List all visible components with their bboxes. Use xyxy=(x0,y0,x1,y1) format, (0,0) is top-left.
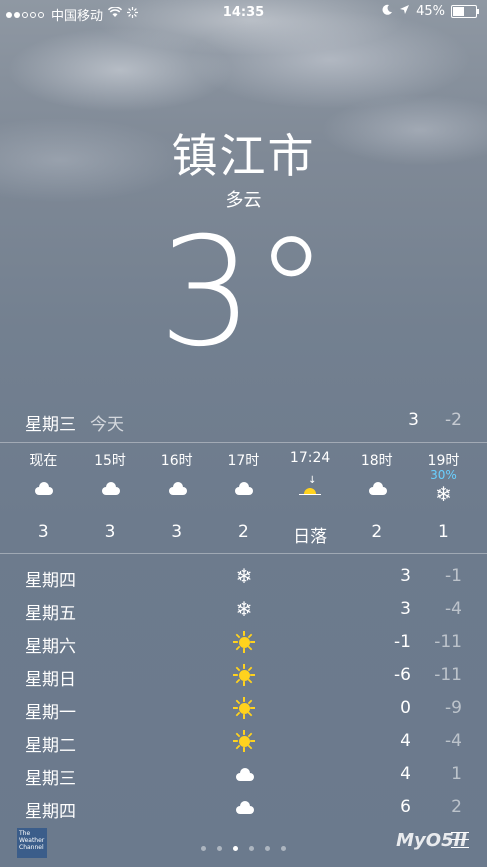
daily-day: 星期二 xyxy=(25,736,76,756)
cloud-icon xyxy=(233,767,255,781)
hourly-temp: 2 xyxy=(371,522,383,542)
hourly-time: 现在 xyxy=(29,453,58,469)
daily-row: 星期日 -6 -11 xyxy=(0,659,487,692)
daily-day: 星期一 xyxy=(25,703,76,723)
cloud-icon xyxy=(166,481,188,495)
page-dot xyxy=(216,846,222,851)
daily-low: -9 xyxy=(445,698,462,718)
current-temperature: 3° xyxy=(158,206,329,380)
battery-percent: 45% xyxy=(416,4,445,19)
hourly-temp: 日落 xyxy=(293,527,328,547)
daily-day: 星期四 xyxy=(25,802,76,822)
list-icon[interactable] xyxy=(451,832,469,848)
hourly-item: 16时 3 xyxy=(143,450,210,546)
moon-icon xyxy=(382,4,393,19)
hourly-item: 19时 30% ❄ 1 xyxy=(410,450,477,546)
daily-day: 星期日 xyxy=(25,670,76,690)
snow-icon: ❄ xyxy=(235,564,253,588)
daily-low: 1 xyxy=(451,764,462,784)
page-dot-active xyxy=(232,846,238,851)
page-dot xyxy=(249,846,255,851)
cloud-icon xyxy=(99,481,121,495)
daily-high: -1 xyxy=(394,632,411,652)
hourly-item: 15时 3 xyxy=(77,450,144,546)
sun-icon xyxy=(233,697,255,719)
cloud-icon xyxy=(233,800,255,814)
daily-row: 星期五 ❄ 3 -4 xyxy=(0,593,487,626)
page-dot xyxy=(265,846,271,851)
hourly-time: 16时 xyxy=(160,453,193,469)
daily-high: 4 xyxy=(400,731,411,751)
page-dot xyxy=(281,846,287,851)
snow-icon: ❄ xyxy=(235,597,253,621)
hourly-temp: 3 xyxy=(104,522,116,542)
hourly-temp: 2 xyxy=(237,522,249,542)
city-name: 镇江市 xyxy=(171,129,316,183)
location-arrow-icon xyxy=(399,4,410,19)
battery-icon xyxy=(451,5,479,18)
daily-row: 星期六 -1 -11 xyxy=(0,626,487,659)
snow-icon: ❄ xyxy=(435,482,452,506)
divider xyxy=(0,442,487,443)
hourly-time: 15时 xyxy=(94,453,126,469)
hourly-forecast[interactable]: 现在 3 15时 3 16时 3 17时 2 17:24 ↓ 日落 18时 2 19时 30% ❄ 1 xyxy=(10,450,477,547)
hourly-time: 17:24 xyxy=(289,450,331,466)
daily-low: -11 xyxy=(434,632,462,652)
daily-row: 星期四 ❄ 3 -1 xyxy=(0,560,487,593)
today-low: -2 xyxy=(445,410,462,430)
cloud-icon xyxy=(366,481,388,495)
hourly-temp: 3 xyxy=(171,522,183,542)
page-dot xyxy=(200,846,206,851)
daily-row: 星期一 0 -9 xyxy=(0,692,487,725)
hourly-time: 18时 xyxy=(360,453,393,469)
daily-low: -11 xyxy=(434,665,462,685)
daily-day: 星期四 xyxy=(25,571,76,591)
daily-day: 星期五 xyxy=(25,604,76,624)
sunset-icon: ↓ xyxy=(297,475,323,501)
daily-high: 4 xyxy=(400,764,411,784)
hourly-item: 17时 2 xyxy=(210,450,277,546)
today-high: 3 xyxy=(408,410,419,430)
cloud-icon xyxy=(32,481,54,495)
daily-day: 星期六 xyxy=(25,637,76,657)
daily-low: -1 xyxy=(445,566,462,586)
sun-icon xyxy=(233,730,255,752)
daily-low: 2 xyxy=(451,797,462,817)
daily-low: -4 xyxy=(445,731,462,751)
daily-high: 3 xyxy=(400,599,411,619)
daily-high: -6 xyxy=(394,665,411,685)
sun-icon xyxy=(233,664,255,686)
today-summary: 星期三 今天 3 -2 xyxy=(0,410,487,435)
footer: The Weather Channel MyO5II xyxy=(0,820,487,867)
today-label: 今天 xyxy=(90,415,124,435)
precip-chance: 30% xyxy=(430,468,457,482)
daily-row: 星期三 4 1 xyxy=(0,758,487,791)
daily-low: -4 xyxy=(445,599,462,619)
daily-high: 3 xyxy=(400,566,411,586)
sun-icon xyxy=(233,631,255,653)
hourly-item: 现在 3 xyxy=(10,450,77,546)
daily-row: 星期二 4 -4 xyxy=(0,725,487,758)
hourly-item: 18时 2 xyxy=(343,450,410,546)
hourly-time: 19时 xyxy=(427,453,460,469)
divider xyxy=(0,553,487,554)
daily-day: 星期三 xyxy=(25,769,76,789)
today-day: 星期三 xyxy=(25,415,76,435)
hourly-temp: 1 xyxy=(438,522,449,542)
daily-forecast[interactable]: 星期四 ❄ 3 -1 星期五 ❄ 3 -4 星期六 -1 -11 星期日 -6 -11 星期一 0 -9 星期二 4… xyxy=(0,560,487,824)
hourly-temp: 3 xyxy=(37,522,49,542)
daily-high: 6 xyxy=(400,797,411,817)
hourly-time: 17时 xyxy=(227,453,260,469)
cloud-icon xyxy=(232,481,254,495)
hourly-item: 17:24 ↓ 日落 xyxy=(277,450,344,547)
daily-high: 0 xyxy=(400,698,411,718)
status-bar: 中国移动 14:35 45% xyxy=(0,0,487,26)
